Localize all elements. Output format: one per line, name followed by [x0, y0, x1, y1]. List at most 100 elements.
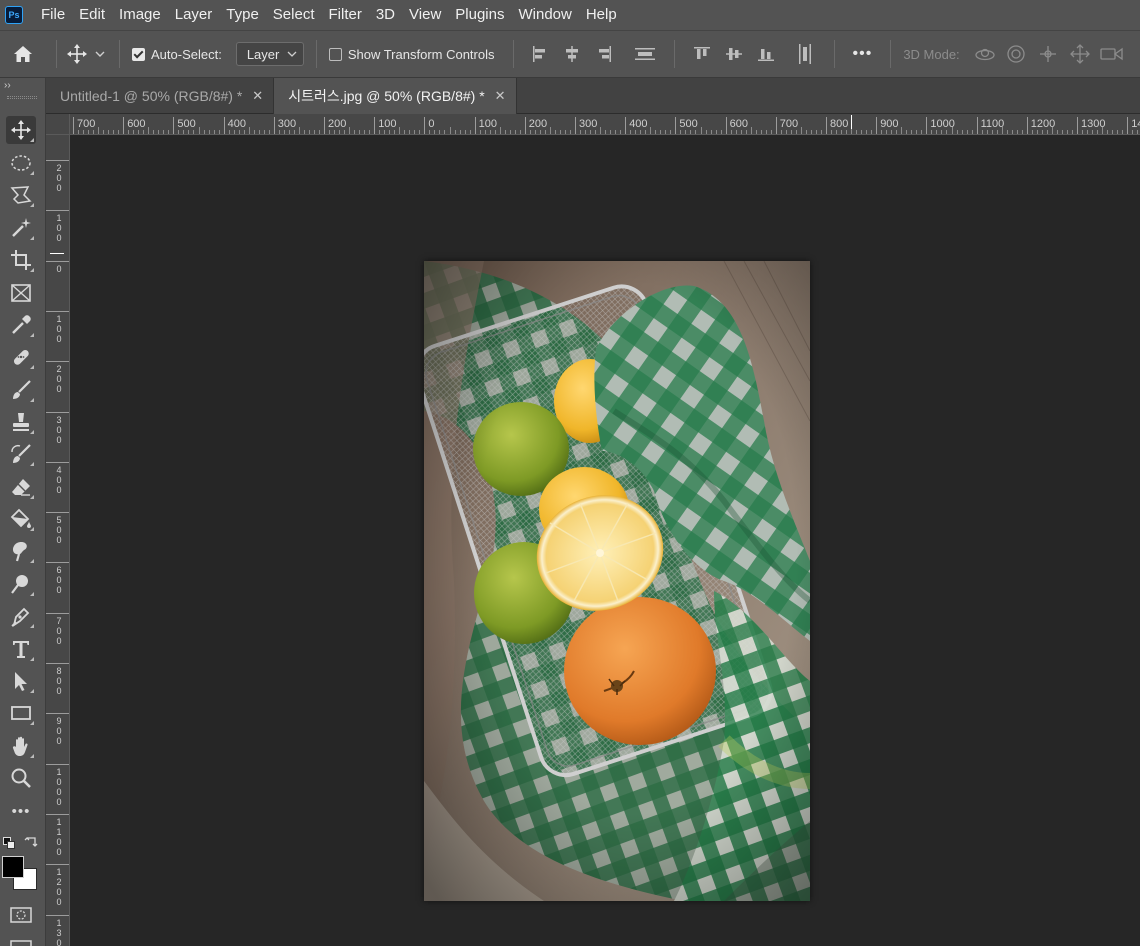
- ruler-minor-tick: [479, 130, 481, 134]
- canvas-workspace[interactable]: [70, 135, 1140, 946]
- swap-colors-icon[interactable]: [24, 835, 38, 854]
- elliptical-marquee-icon[interactable]: [6, 149, 36, 177]
- menu-help[interactable]: Help: [579, 0, 624, 30]
- expand-panel-icon[interactable]: ››: [4, 80, 11, 91]
- panel-grip[interactable]: [7, 96, 37, 99]
- distribute-horizontal-icon[interactable]: [796, 43, 814, 65]
- document-canvas[interactable]: [424, 261, 810, 901]
- ruler-tick-label: 1000: [56, 766, 62, 807]
- chevron-down-icon[interactable]: [89, 51, 111, 57]
- menu-filter[interactable]: Filter: [322, 0, 369, 30]
- healing-brush-icon[interactable]: [6, 343, 36, 371]
- type-icon[interactable]: [6, 635, 36, 663]
- ruler-minor-tick: [695, 130, 697, 134]
- hand-icon[interactable]: [6, 732, 36, 760]
- path-selection-icon[interactable]: [6, 667, 36, 695]
- history-brush-icon[interactable]: [6, 440, 36, 468]
- ruler-minor-tick: [1112, 130, 1114, 134]
- ruler-minor-tick: [795, 130, 797, 134]
- magic-wand-icon[interactable]: [6, 214, 36, 242]
- orbit-3d-icon[interactable]: [974, 45, 996, 63]
- ruler-minor-tick: [680, 130, 682, 134]
- ruler-minor-tick: [293, 130, 295, 134]
- brush-icon[interactable]: [6, 376, 36, 404]
- ruler-minor-tick: [419, 130, 421, 134]
- ruler-minor-tick: [705, 130, 707, 134]
- align-right-edges-icon[interactable]: [595, 45, 613, 63]
- auto-select-checkbox[interactable]: Auto-Select:: [132, 47, 222, 62]
- eraser-icon[interactable]: [6, 473, 36, 501]
- tab-untitled-1[interactable]: Untitled-1 @ 50% (RGB/8#) * ✕: [46, 78, 275, 114]
- pan-3d-icon[interactable]: [1038, 44, 1058, 64]
- menu-3d[interactable]: 3D: [369, 0, 402, 30]
- move-tool-preset-icon[interactable]: [65, 44, 89, 64]
- horizontal-ruler[interactable]: 700 600 500 400 300 200 100 0 100 200 300 400 500 600…: [70, 114, 1140, 135]
- ruler-minor-tick: [841, 130, 843, 134]
- menu-view[interactable]: View: [402, 0, 448, 30]
- ruler-minor-tick: [344, 130, 346, 134]
- align-top-edges-icon[interactable]: [693, 45, 711, 63]
- crop-icon[interactable]: [6, 246, 36, 274]
- ruler-minor-tick: [886, 130, 888, 134]
- eyedropper-icon[interactable]: [6, 311, 36, 339]
- ruler-origin[interactable]: [46, 114, 70, 135]
- align-bottom-edges-icon[interactable]: [757, 45, 775, 63]
- ruler-minor-tick: [444, 130, 446, 134]
- ruler-minor-tick: [404, 130, 406, 134]
- distribute-vertical-icon[interactable]: [634, 45, 656, 63]
- ruler-tick-label: 200: [56, 364, 62, 395]
- ruler-minor-tick: [891, 130, 893, 134]
- screen-mode-icon[interactable]: [10, 936, 32, 946]
- menu-edit[interactable]: Edit: [72, 0, 112, 30]
- ruler-minor-tick: [539, 130, 541, 134]
- rectangle-shape-icon[interactable]: [6, 699, 36, 727]
- menu-plugins[interactable]: Plugins: [448, 0, 511, 30]
- tab-citrus-jpg[interactable]: 시트러스.jpg @ 50% (RGB/8#) * ✕: [274, 78, 517, 114]
- ruler-minor-tick: [534, 130, 536, 134]
- ruler-minor-tick: [996, 130, 998, 134]
- ruler-minor-tick: [459, 130, 461, 134]
- close-icon[interactable]: ✕: [252, 88, 263, 104]
- clone-stamp-icon[interactable]: [6, 408, 36, 436]
- move-tool-icon[interactable]: [6, 116, 36, 144]
- menu-select[interactable]: Select: [266, 0, 322, 30]
- vertical-ruler[interactable]: 2001000100200300400500600700800900100011…: [46, 135, 70, 946]
- dodge-icon[interactable]: [6, 570, 36, 598]
- ruler-minor-tick: [143, 130, 145, 134]
- zoom-icon[interactable]: [6, 764, 36, 792]
- ruler-major-tick: [46, 763, 69, 765]
- menu-file[interactable]: File: [34, 0, 72, 30]
- paint-bucket-icon[interactable]: [6, 505, 36, 533]
- foreground-color-swatch[interactable]: [2, 856, 24, 878]
- menu-type[interactable]: Type: [219, 0, 266, 30]
- show-transform-controls-checkbox[interactable]: Show Transform Controls: [328, 47, 495, 62]
- roll-3d-icon[interactable]: [1006, 44, 1026, 64]
- pen-icon[interactable]: [6, 602, 36, 630]
- home-icon[interactable]: [0, 45, 46, 63]
- auto-select-target-dropdown[interactable]: Layer: [235, 42, 304, 66]
- menu-window[interactable]: Window: [511, 0, 578, 30]
- default-colors-icon[interactable]: [3, 836, 15, 854]
- frame-icon[interactable]: [6, 279, 36, 307]
- ruler-minor-tick: [409, 130, 411, 134]
- ruler-minor-tick: [258, 130, 260, 134]
- ruler-minor-tick: [243, 130, 245, 134]
- more-options-icon[interactable]: •••: [853, 45, 873, 63]
- menu-image[interactable]: Image: [112, 0, 168, 30]
- close-icon[interactable]: ✕: [495, 88, 506, 104]
- edit-toolbar-icon[interactable]: •••: [6, 797, 36, 825]
- align-vertical-centers-icon[interactable]: [725, 45, 743, 63]
- ruler-major-tick: [46, 914, 69, 916]
- menu-layer[interactable]: Layer: [168, 0, 220, 30]
- align-left-edges-icon[interactable]: [531, 45, 549, 63]
- scale-3d-camera-icon[interactable]: [1100, 46, 1124, 62]
- ruler-tick-label: 1100: [56, 816, 62, 857]
- polygonal-lasso-icon[interactable]: [6, 181, 36, 209]
- quick-mask-icon[interactable]: [10, 906, 32, 929]
- slide-3d-icon[interactable]: [1069, 44, 1090, 64]
- align-horizontal-centers-icon[interactable]: [563, 45, 581, 63]
- ruler-minor-tick: [98, 127, 100, 134]
- ruler-tick-label: 700: [775, 117, 798, 134]
- ruler-minor-tick: [800, 127, 802, 134]
- smudge-icon[interactable]: [6, 537, 36, 565]
